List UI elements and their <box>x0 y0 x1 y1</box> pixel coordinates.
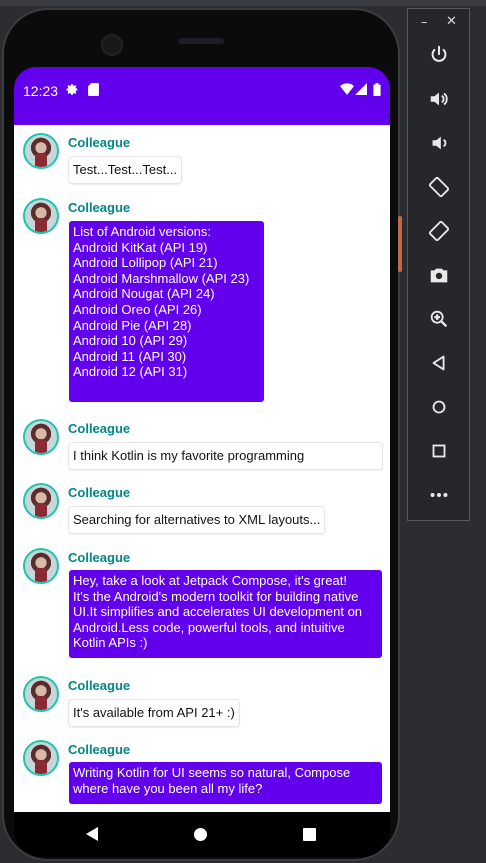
avatar[interactable] <box>23 419 59 455</box>
back-icon[interactable] <box>426 350 452 376</box>
message-author: Colleague <box>68 200 131 215</box>
nav-home-icon[interactable] <box>194 828 207 841</box>
power-side-button[interactable] <box>398 216 402 272</box>
wifi-icon <box>340 83 354 99</box>
volume-up-icon[interactable] <box>426 86 452 112</box>
message-author: Colleague <box>68 678 131 693</box>
conversation-list[interactable]: Colleague Test...Test...Test... Colleagu… <box>14 125 390 812</box>
avatar[interactable] <box>23 483 59 519</box>
emulator-toolbar: – ✕ <box>407 8 470 521</box>
avatar[interactable] <box>23 740 59 776</box>
message-bubble[interactable]: List of Android versions: Android KitKat… <box>69 221 264 402</box>
message-author: Colleague <box>68 421 131 436</box>
home-icon[interactable] <box>426 394 452 420</box>
message-bubble[interactable]: Searching for alternatives to XML layout… <box>69 507 325 533</box>
close-icon[interactable]: ✕ <box>446 14 457 29</box>
rotate-left-icon[interactable] <box>426 174 452 200</box>
window-top-edge <box>0 0 486 6</box>
message-author: Colleague <box>68 135 131 150</box>
device-screen: 12:23 Colleague Test...Test...Test... Co… <box>14 67 390 857</box>
message-author: Colleague <box>68 550 131 565</box>
message-bubble[interactable]: Hey, take a look at Jetpack Compose, it'… <box>69 570 382 658</box>
message-bubble[interactable]: Test...Test...Test... <box>69 157 182 183</box>
avatar[interactable] <box>23 676 59 712</box>
message-bubble[interactable]: It's available from API 21+ :) <box>69 700 239 726</box>
toolbar-window-controls: – ✕ <box>408 13 469 33</box>
battery-icon <box>373 83 381 100</box>
nav-back-icon[interactable] <box>86 827 98 841</box>
cell-signal-icon <box>355 83 367 99</box>
more-icon[interactable] <box>426 482 452 508</box>
nav-recents-icon[interactable] <box>303 828 316 841</box>
settings-gear-icon <box>66 83 79 100</box>
front-camera <box>101 34 123 56</box>
sd-card-icon <box>88 83 99 100</box>
status-bar: 12:23 <box>14 67 390 125</box>
overview-icon[interactable] <box>426 438 452 464</box>
status-time: 12:23 <box>23 83 59 99</box>
message-author: Colleague <box>68 742 131 757</box>
camera-icon[interactable] <box>426 262 452 288</box>
zoom-icon[interactable] <box>426 306 452 332</box>
avatar[interactable] <box>23 548 59 584</box>
power-icon[interactable] <box>426 42 452 68</box>
message-bubble[interactable]: I think Kotlin is my favorite programmin… <box>69 443 382 469</box>
message-bubble[interactable]: Writing Kotlin for UI seems so natural, … <box>69 762 382 804</box>
rotate-right-icon[interactable] <box>426 218 452 244</box>
volume-down-icon[interactable] <box>426 130 452 156</box>
avatar[interactable] <box>23 133 59 169</box>
phone-frame: 12:23 Colleague Test...Test...Test... Co… <box>2 8 400 861</box>
message-author: Colleague <box>68 485 131 500</box>
avatar[interactable] <box>23 198 59 234</box>
emulator-window: 12:23 Colleague Test...Test...Test... Co… <box>0 0 486 863</box>
navigation-bar <box>14 812 390 857</box>
earpiece-speaker <box>178 38 224 44</box>
minimize-icon[interactable]: – <box>421 15 428 30</box>
